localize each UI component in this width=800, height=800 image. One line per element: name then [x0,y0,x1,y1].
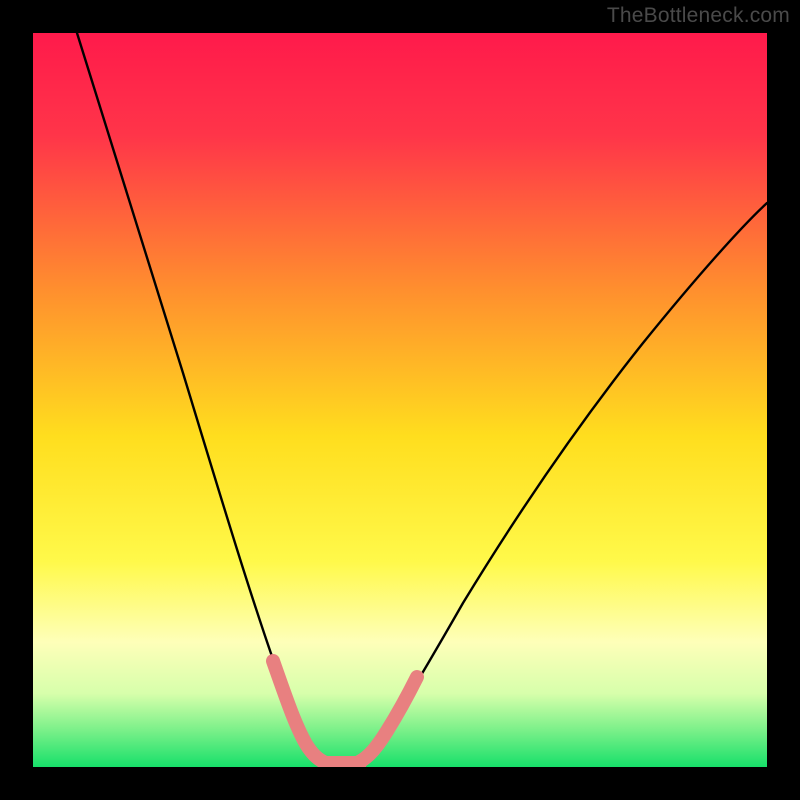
plot-area [33,33,767,767]
watermark-text: TheBottleneck.com [607,4,790,28]
chart-frame: TheBottleneck.com [0,0,800,800]
gradient-background [33,33,767,767]
plot-svg [33,33,767,767]
